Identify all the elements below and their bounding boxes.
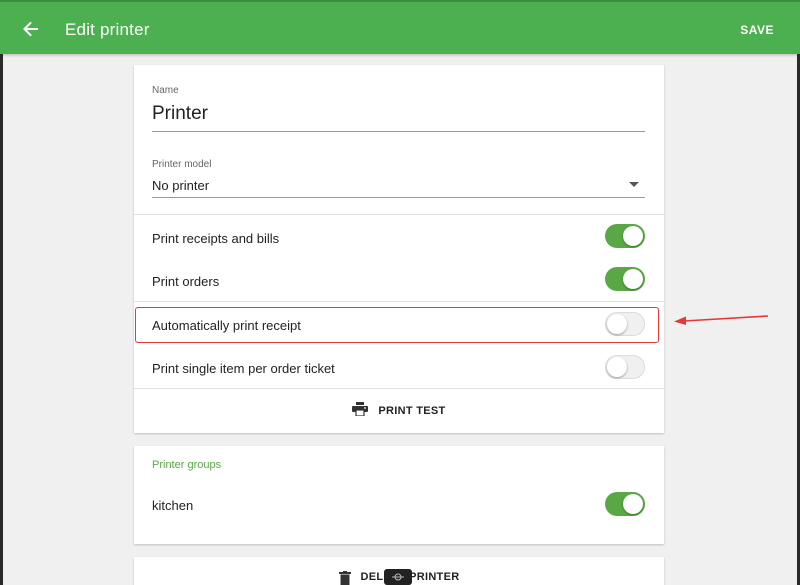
toggle-group-kitchen[interactable] [605, 492, 645, 516]
printer-icon [352, 401, 369, 421]
printer-groups-card: Printer groups kitchen [134, 446, 664, 544]
toggle-knob [607, 314, 627, 334]
printer-settings-card: Name Printer Printer model No printer Pr… [134, 65, 664, 433]
group-label-kitchen: kitchen [152, 498, 194, 513]
save-button[interactable]: SAVE [740, 23, 774, 37]
printer-model-underline [152, 197, 645, 198]
toggle-label-print-receipts: Print receipts and bills [152, 231, 280, 246]
print-test-label: PRINT TEST [378, 405, 446, 417]
printer-groups-title: Printer groups [152, 459, 222, 471]
toggle-label-print-orders: Print orders [152, 274, 220, 289]
toggle-knob [623, 269, 643, 289]
page-title: Edit printer [65, 20, 150, 39]
toggle-auto-print-receipt[interactable] [605, 312, 645, 336]
toggle-knob [607, 357, 627, 377]
annotation-arrow-icon [674, 315, 769, 325]
back-arrow-icon[interactable] [20, 18, 42, 40]
toggle-label-auto-print-receipt: Automatically print receipt [152, 318, 301, 333]
name-input[interactable]: Printer [152, 103, 208, 125]
toggle-label-single-item-ticket: Print single item per order ticket [152, 361, 335, 376]
toggle-print-orders[interactable] [605, 267, 645, 291]
divider [134, 214, 664, 215]
divider [134, 301, 664, 302]
screen-overlay-icon[interactable] [384, 569, 412, 585]
print-test-button[interactable]: PRINT TEST [134, 389, 664, 433]
toggle-knob [623, 226, 643, 246]
printer-model-label: Printer model [152, 159, 212, 170]
toggle-knob [623, 494, 643, 514]
toggle-print-receipts[interactable] [605, 224, 645, 248]
printer-model-select[interactable]: No printer [152, 178, 209, 193]
toggle-single-item-ticket[interactable] [605, 355, 645, 379]
app-bar: Edit printer SAVE [0, 0, 800, 54]
trash-icon [338, 571, 351, 585]
window-frame-left [0, 54, 3, 585]
name-field-label: Name [152, 85, 179, 96]
dropdown-arrow-icon[interactable] [629, 182, 639, 187]
name-input-underline [152, 131, 645, 132]
